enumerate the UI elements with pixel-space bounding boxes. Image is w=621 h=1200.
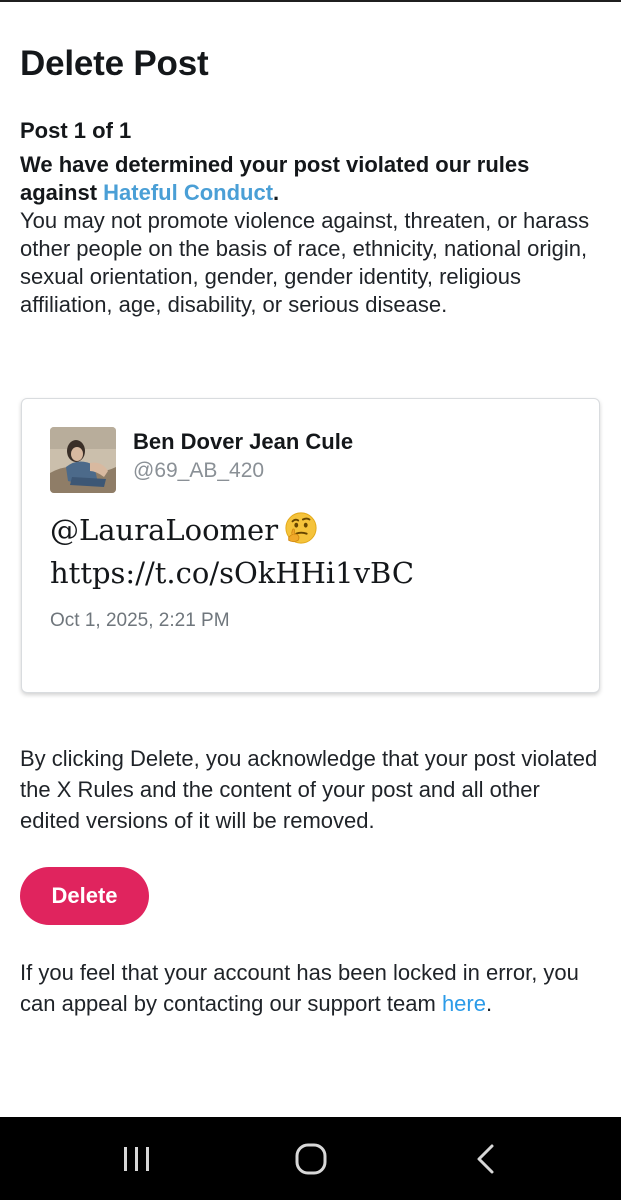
- post-counter: Post 1 of 1: [20, 118, 132, 143]
- hateful-conduct-link[interactable]: Hateful Conduct: [103, 180, 273, 205]
- system-nav-bar: [0, 1117, 621, 1200]
- back-button[interactable]: [441, 1117, 531, 1200]
- home-icon: [295, 1143, 327, 1174]
- author-handle: @69_AB_420: [133, 459, 265, 482]
- back-icon: [477, 1144, 494, 1173]
- avatar: [50, 427, 116, 493]
- page-title: Delete Post: [20, 44, 209, 83]
- appeal-notice: If you feel that your account has been l…: [20, 957, 605, 1019]
- appeal-text: If you feel that your account has been l…: [20, 960, 579, 1016]
- tweet-text-line-1: @LauraLoomer: [50, 509, 570, 552]
- tweet-card: Ben Dover Jean Cule @69_AB_420 @LauraLoo…: [21, 398, 600, 693]
- top-divider: [0, 0, 621, 2]
- tweet-mention: @LauraLoomer: [50, 513, 279, 547]
- violation-notice: We have determined your post violated ou…: [20, 151, 600, 207]
- recents-button[interactable]: [92, 1117, 182, 1200]
- recents-icon: [124, 1146, 149, 1171]
- tweet-text: @LauraLoomer https://t.co/sOkHHi1vBC: [50, 509, 570, 595]
- delete-acknowledgement: By clicking Delete, you acknowledge that…: [20, 746, 598, 833]
- tweet-link[interactable]: https://t.co/sOkHHi1vBC: [50, 552, 570, 595]
- thinking-face-icon: [285, 512, 317, 544]
- home-button[interactable]: [266, 1117, 356, 1200]
- appeal-here-link[interactable]: here: [442, 991, 486, 1016]
- appeal-suffix: .: [485, 991, 493, 1016]
- rule-description: You may not promote violence against, th…: [20, 208, 590, 317]
- delete-button[interactable]: Delete: [20, 867, 149, 925]
- violation-suffix: .: [273, 180, 280, 205]
- author-name: Ben Dover Jean Cule: [133, 429, 354, 454]
- tweet-timestamp: Oct 1, 2025, 2:21 PM: [50, 610, 230, 631]
